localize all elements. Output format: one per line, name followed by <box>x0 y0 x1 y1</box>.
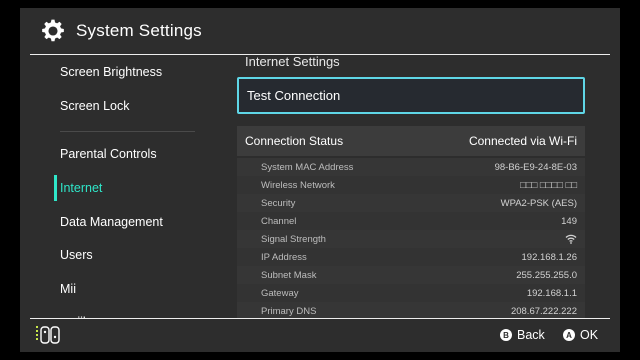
page-title: System Settings <box>76 21 202 40</box>
row-value: WPA2-PSK (AES) <box>500 197 577 209</box>
sidebar-item-parental-controls[interactable]: Parental Controls <box>60 147 157 161</box>
status-row-mac: System MAC Address 98-B6-E9-24-8E-03 <box>237 158 585 176</box>
row-value: 192.168.1.26 <box>521 251 577 263</box>
sidebar-item-mii[interactable]: Mii <box>60 282 76 296</box>
connection-status-header: Connection Status Connected via Wi-Fi <box>237 126 585 156</box>
sidebar-item-internet[interactable]: Internet <box>60 181 102 195</box>
joycon-controller-icon <box>36 326 60 344</box>
status-row-channel: Channel 149 <box>237 212 585 230</box>
status-rows: System MAC Address 98-B6-E9-24-8E-03 Wir… <box>237 158 585 318</box>
footer: B Back A OK <box>20 319 620 352</box>
section-title: Internet Settings <box>245 54 340 69</box>
a-button-icon: A <box>563 329 575 341</box>
row-label: Subnet Mask <box>261 269 317 281</box>
sidebar-item-screen-brightness[interactable]: Screen Brightness <box>60 65 162 79</box>
row-label: Wireless Network <box>261 179 335 191</box>
row-label: Channel <box>261 215 297 227</box>
row-label: Gateway <box>261 287 299 299</box>
sidebar-divider <box>60 131 195 132</box>
status-row-signal: Signal Strength <box>237 230 585 248</box>
row-value: 149 <box>561 215 577 227</box>
b-button-icon: B <box>500 329 512 341</box>
ok-label: OK <box>580 328 599 342</box>
row-value: □□□ □□□□ □□ <box>520 179 577 191</box>
status-row-network: Wireless Network □□□ □□□□ □□ <box>237 176 585 194</box>
back-control[interactable]: B Back <box>500 328 545 342</box>
test-connection-label: Test Connection <box>247 88 341 103</box>
connection-status-panel: Connection Status Connected via Wi-Fi Sy… <box>237 126 585 318</box>
main-panel: Internet Settings Test Connection Connec… <box>210 44 620 318</box>
row-label: IP Address <box>261 251 307 263</box>
test-connection-button[interactable]: Test Connection <box>237 77 585 114</box>
back-label: Back <box>517 328 545 342</box>
connection-status-label: Connection Status <box>245 134 344 148</box>
status-row-ip: IP Address 192.168.1.26 <box>237 248 585 266</box>
sidebar-item-users[interactable]: Users <box>60 248 93 262</box>
sidebar-item-screen-lock[interactable]: Screen Lock <box>60 99 129 113</box>
status-row-subnet: Subnet Mask 255.255.255.0 <box>237 266 585 284</box>
row-value: 192.168.1.1 <box>526 287 577 299</box>
sidebar: Screen Brightness Screen Lock Parental C… <box>20 55 210 318</box>
status-row-gateway: Gateway 192.168.1.1 <box>237 284 585 302</box>
row-label: Security <box>261 197 296 209</box>
row-value: 255.255.255.0 <box>516 269 577 281</box>
row-value: 208.67.222.222 <box>510 305 577 317</box>
connection-status-value: Connected via Wi-Fi <box>468 134 577 148</box>
status-row-primary-dns: Primary DNS 208.67.222.222 <box>237 302 585 318</box>
row-value: 98-B6-E9-24-8E-03 <box>494 161 577 173</box>
row-label: System MAC Address <box>261 161 354 173</box>
sidebar-item-data-management[interactable]: Data Management <box>60 215 163 229</box>
ok-control[interactable]: A OK <box>563 328 598 342</box>
wifi-signal-icon <box>565 234 577 244</box>
gear-icon <box>42 19 64 42</box>
status-row-security: Security WPA2-PSK (AES) <box>237 194 585 212</box>
active-indicator <box>54 175 57 201</box>
row-label: Primary DNS <box>261 305 317 317</box>
settings-screen: System Settings Screen Brightness Screen… <box>20 8 620 352</box>
row-label: Signal Strength <box>261 233 326 245</box>
